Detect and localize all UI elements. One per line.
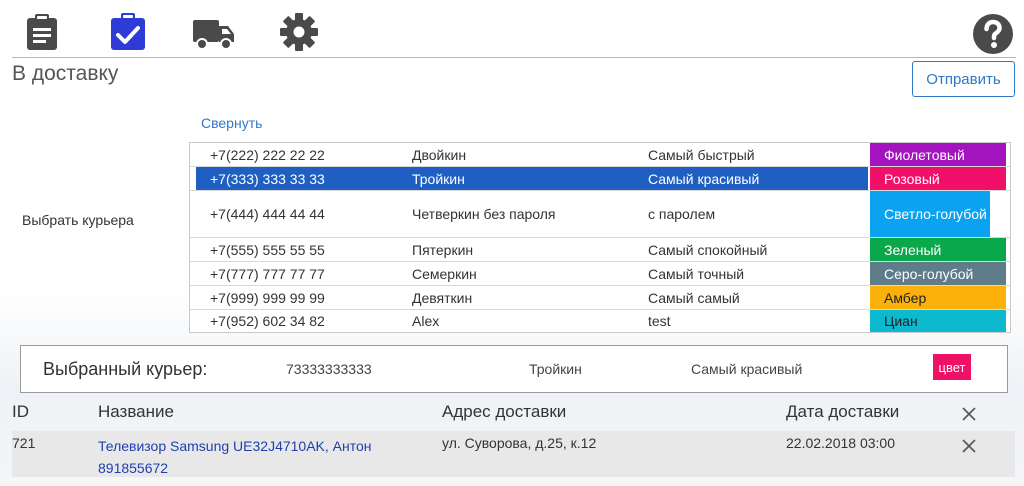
courier-name: Пятеркин — [412, 241, 474, 258]
courier-color-badge: Циан — [870, 310, 1006, 332]
courier-phone: +7(222) 222 22 22 — [210, 146, 325, 163]
courier-description: Самый красивый — [648, 170, 760, 187]
order-row[interactable]: 721 Телевизор Samsung UE32J4710AK, Антон… — [12, 431, 1015, 477]
courier-row[interactable]: +7(999) 999 99 99 Девяткин Самый самый А… — [190, 286, 1010, 310]
courier-row[interactable]: +7(444) 444 44 44 Четверкин без пароля с… — [190, 191, 1010, 238]
courier-row[interactable]: +7(952) 602 34 82 Alex test Циан — [190, 310, 1010, 332]
courier-color-badge: Амбер — [870, 286, 1006, 309]
courier-phone: +7(333) 333 33 33 — [210, 170, 325, 187]
courier-name: Alex — [412, 313, 440, 329]
courier-description: test — [648, 313, 671, 329]
truck-icon[interactable] — [192, 12, 236, 52]
column-header-name: Название — [98, 402, 174, 421]
courier-phone: +7(952) 602 34 82 — [210, 313, 325, 329]
column-header-id: ID — [12, 402, 29, 421]
selected-courier-label: Выбранный курьер: — [43, 358, 208, 379]
courier-row[interactable]: +7(777) 777 77 77 Семеркин Самый точный … — [190, 262, 1010, 286]
courier-name: Семеркин — [412, 265, 477, 282]
courier-description: Самый спокойный — [648, 241, 768, 258]
clear-all-close-icon[interactable] — [960, 405, 978, 423]
page-title: В доставку — [12, 62, 119, 85]
courier-description: Самый быстрый — [648, 146, 755, 163]
courier-phone: +7(444) 444 44 44 — [210, 206, 325, 222]
courier-name: Девяткин — [412, 289, 473, 306]
courier-color-badge: Зеленый — [870, 238, 1006, 261]
courier-table: +7(222) 222 22 22 Двойкин Самый быстрый … — [189, 142, 1011, 333]
top-toolbar — [0, 0, 1024, 58]
collapse-link[interactable]: Свернуть — [201, 115, 262, 131]
orders-table-header: ID Название Адрес доставки Дата доставки — [0, 398, 1024, 428]
send-button[interactable]: Отправить — [912, 61, 1015, 97]
column-header-date: Дата доставки — [786, 402, 900, 421]
courier-row[interactable]: +7(222) 222 22 22 Двойкин Самый быстрый … — [190, 143, 1010, 167]
order-id: 721 — [12, 435, 36, 451]
courier-row-selected[interactable]: +7(333) 333 33 33 Тройкин Самый красивый… — [190, 167, 1010, 191]
courier-row[interactable]: +7(555) 555 55 55 Пятеркин Самый спокойн… — [190, 238, 1010, 262]
courier-description: с паролем — [648, 206, 716, 222]
courier-color-badge: Серо-голубой — [870, 262, 1006, 285]
courier-phone: +7(777) 777 77 77 — [210, 265, 325, 282]
selected-courier-name: Тройкин — [529, 361, 582, 377]
column-header-address: Адрес доставки — [442, 402, 567, 421]
toolbar-divider — [12, 57, 1016, 58]
order-name[interactable]: Телевизор Samsung UE32J4710AK, Антон 891… — [98, 435, 418, 479]
order-address: ул. Суворова, д.25, к.12 — [442, 435, 597, 451]
order-date: 22.02.2018 03:00 — [786, 435, 895, 451]
courier-name: Четверкин без пароля — [412, 206, 556, 222]
selected-courier-panel: Выбранный курьер: 73333333333 Тройкин Са… — [20, 345, 1008, 393]
courier-name: Тройкин — [412, 170, 465, 187]
courier-description: Самый самый — [648, 289, 740, 306]
clipboard-icon[interactable] — [22, 12, 62, 52]
courier-description: Самый точный — [648, 265, 745, 282]
selected-courier-color-badge: цвет — [933, 354, 971, 380]
choose-courier-label: Выбрать курьера — [22, 212, 134, 228]
gear-icon[interactable] — [279, 12, 319, 52]
selected-courier-phone: 73333333333 — [286, 361, 372, 377]
courier-phone: +7(555) 555 55 55 — [210, 241, 325, 258]
courier-name: Двойкин — [412, 146, 467, 163]
courier-phone: +7(999) 999 99 99 — [210, 289, 325, 306]
courier-color-badge: Розовый — [870, 167, 1006, 190]
help-icon[interactable] — [972, 13, 1014, 55]
courier-color-badge: Фиолетовый — [870, 143, 1006, 166]
selected-courier-description: Самый красивый — [691, 361, 803, 377]
remove-order-close-icon[interactable] — [960, 437, 978, 455]
clipboard-check-icon[interactable] — [108, 12, 148, 52]
courier-color-badge: Светло-голубой — [870, 191, 990, 237]
